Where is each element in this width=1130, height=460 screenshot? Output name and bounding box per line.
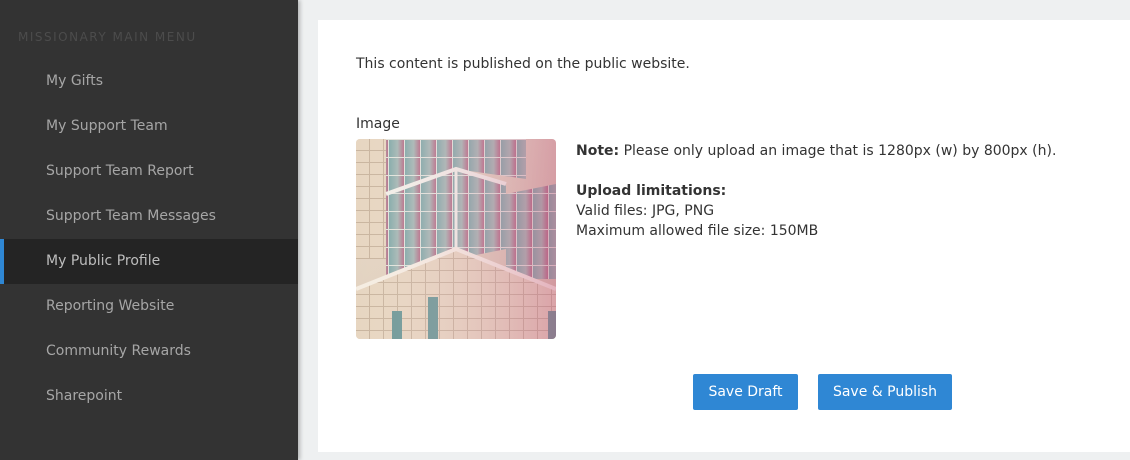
save-draft-button[interactable]: Save Draft [693, 374, 798, 410]
sidebar-item-my-support-team[interactable]: My Support Team [0, 104, 298, 149]
sidebar-item-support-team-report[interactable]: Support Team Report [0, 149, 298, 194]
upload-info: Note: Please only upload an image that i… [576, 141, 1056, 241]
sidebar-item-my-public-profile[interactable]: My Public Profile [0, 239, 298, 284]
upload-limitations-title: Upload limitations: [576, 183, 727, 199]
sidebar-heading: MISSIONARY MAIN MENU [18, 30, 197, 44]
sidebar: MISSIONARY MAIN MENU My Gifts My Support… [0, 0, 298, 460]
sidebar-item-my-gifts[interactable]: My Gifts [0, 59, 298, 104]
max-file-size-text: Maximum allowed file size: 150MB [576, 223, 819, 239]
building-photo-icon[interactable] [356, 139, 556, 339]
intro-text: This content is published on the public … [356, 56, 690, 72]
valid-files-text: Valid files: JPG, PNG [576, 203, 715, 219]
image-field-label: Image [356, 116, 400, 132]
note-label: Note: [576, 143, 620, 159]
sidebar-menu: My Gifts My Support Team Support Team Re… [0, 59, 298, 419]
save-publish-button[interactable]: Save & Publish [818, 374, 952, 410]
sidebar-item-reporting-website[interactable]: Reporting Website [0, 284, 298, 329]
note-text: Please only upload an image that is 1280… [619, 143, 1057, 159]
sidebar-item-sharepoint[interactable]: Sharepoint [0, 374, 298, 419]
sidebar-item-support-team-messages[interactable]: Support Team Messages [0, 194, 298, 239]
sidebar-item-community-rewards[interactable]: Community Rewards [0, 329, 298, 374]
note-line: Note: Please only upload an image that i… [576, 141, 1056, 161]
content-panel: This content is published on the public … [318, 20, 1130, 452]
